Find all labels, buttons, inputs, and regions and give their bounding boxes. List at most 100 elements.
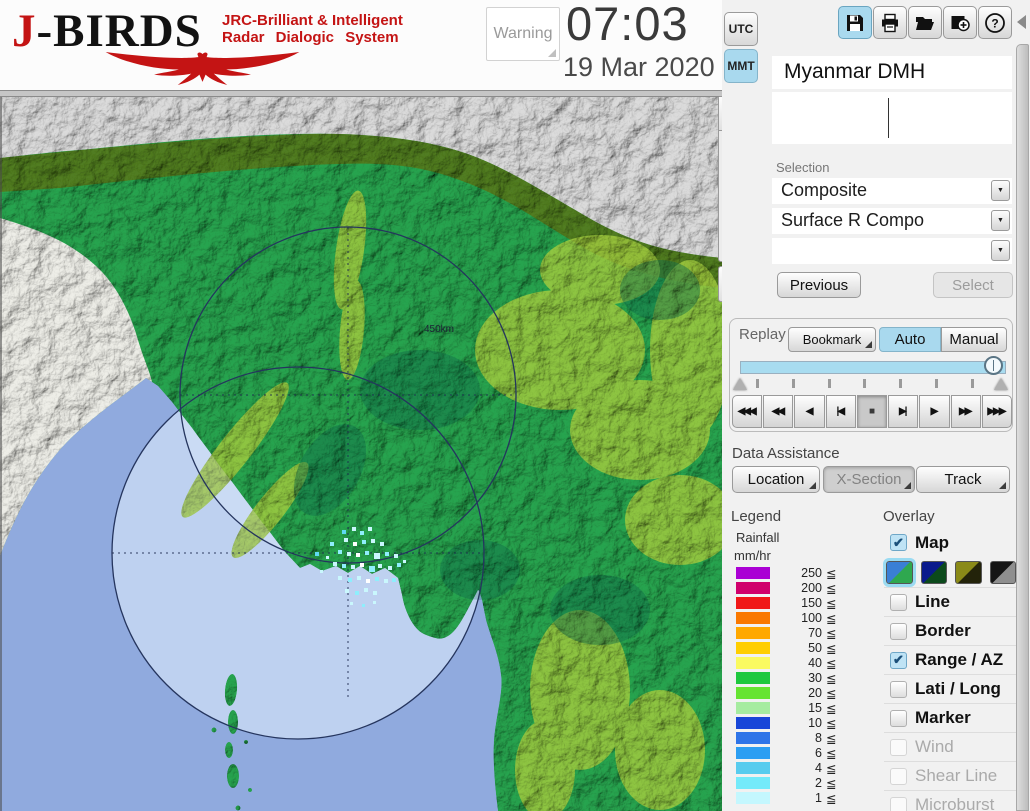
map-style-swatch-selected[interactable] [883,557,916,587]
map-style-swatch[interactable] [955,560,982,584]
select-button: Select [933,272,1013,298]
map-style-swatch[interactable] [989,560,1016,584]
legend-row: 150 ≦ [736,596,868,611]
checkbox[interactable] [890,622,907,640]
playback-play-reverse-button[interactable]: ◀ [794,395,825,428]
warning-button[interactable]: Warning [486,7,560,61]
panel-collapse-arrow-icon[interactable] [1017,15,1026,29]
replay-group: Replay Bookmark Auto Manual ◀◀◀ ◀◀ ◀ |◀ ■ ▶| ▶… [729,318,1013,432]
bookmark-button[interactable]: Bookmark [788,327,876,352]
playback-fast-forward-button[interactable]: ▶▶ [950,395,981,428]
legend-comparator: ≦ [826,702,837,716]
legend-comparator: ≦ [826,657,837,671]
slider-tick [863,379,867,388]
overlay-item-border[interactable]: Border [884,616,1016,645]
checked-checkbox[interactable]: ✔ [890,651,907,669]
replay-slider-track[interactable] [740,361,1006,374]
folder-icon [916,16,934,30]
overlay-item-wind: Wind [884,732,1016,761]
jbirds-application: J-BIRDS JRC-Brilliant & Intelligent Rada… [0,0,1030,811]
legend-row: 1 ≦ [736,791,868,806]
legend-value: 8 [815,731,822,745]
dropdown-product[interactable]: Surface R Compo ▼ [772,208,1012,234]
auto-mode-button[interactable]: Auto [879,327,941,352]
overlay-item-marker[interactable]: Marker [884,703,1016,732]
slider-end-marker[interactable] [994,378,1008,390]
playback-play-button[interactable]: ▶ [919,395,950,428]
checkbox [890,796,907,811]
previous-button[interactable]: Previous [777,272,861,298]
dropdown-category[interactable]: Composite ▼ [772,178,1012,204]
range-ring-label: 450km [424,324,454,335]
overlay-item-range-az[interactable]: ✔ Range / AZ [884,645,1016,674]
jbirds-logo: J-BIRDS JRC-Brilliant & Intelligent Rada… [6,2,406,86]
chevron-down-icon[interactable]: ▼ [991,210,1010,231]
legend-comparator: ≦ [826,567,837,581]
control-panel: UTC MMT ? Myanmar DMH Selection Composit… [722,0,1030,811]
location-button[interactable]: Location [732,466,820,493]
overlay-label: Overlay [883,508,935,525]
legend-row: 30 ≦ [736,671,868,686]
overlay-item-map[interactable]: ✔ Map [884,528,1016,557]
checked-checkbox[interactable]: ✔ [890,534,907,551]
open-folder-button[interactable] [908,6,942,39]
map-viewport[interactable]: 450km [0,90,735,811]
playback-fastest-forward-button[interactable]: ▶▶▶ [981,395,1012,428]
panel-scrollbar[interactable] [1016,44,1029,811]
legend-swatch [736,732,770,744]
site-detail-field[interactable] [772,92,1012,144]
checkbox[interactable] [890,593,907,611]
playback-stop-button[interactable]: ■ [856,395,888,428]
print-button[interactable] [873,6,907,39]
x-section-button[interactable]: X-Section [823,466,915,493]
legend-comparator: ≦ [826,717,837,731]
logo-title-birds: -BIRDS [36,5,202,57]
slider-start-marker[interactable] [733,378,747,390]
logo-tagline-line2: Radar Dialogic System [222,29,399,46]
add-image-icon [951,15,970,31]
overlay-item-line[interactable]: Line [884,587,1016,616]
overlay-item-label: Wind [915,737,954,756]
legend-row: 15 ≦ [736,701,868,716]
chevron-down-icon[interactable]: ▼ [991,180,1010,201]
map-canvas[interactable]: 450km [0,90,735,811]
legend-row: 100 ≦ [736,611,868,626]
save-button[interactable] [838,6,872,39]
replay-slider-handle[interactable] [984,356,1003,375]
timezone-utc-button[interactable]: UTC [724,12,758,46]
track-button[interactable]: Track [916,466,1010,493]
overlay-item-label: Lati / Long [915,679,1001,698]
replay-slider-ticks [756,379,974,388]
playback-step-back-button[interactable]: |◀ [825,395,856,428]
legend-swatch [736,672,770,684]
chevron-down-icon[interactable]: ▼ [991,240,1010,261]
checkbox[interactable] [890,680,907,698]
slider-tick [756,379,759,388]
help-button[interactable]: ? [978,6,1012,39]
legend-swatch [736,702,770,714]
legend-row: 70 ≦ [736,626,868,641]
logo-title: J-BIRDS [12,4,202,58]
legend-value: 20 [808,686,822,700]
add-image-button[interactable] [943,6,977,39]
map-style-swatches [883,557,1016,587]
selection-label: Selection [776,160,830,175]
overlay-item-label: Microburst [915,795,995,811]
legend-value: 70 [808,626,822,640]
legend-value: 6 [815,746,822,760]
checkbox[interactable] [890,709,907,727]
playback-step-forward-button[interactable]: ▶| [888,395,919,428]
timezone-mmt-button[interactable]: MMT [724,49,758,83]
manual-mode-button[interactable]: Manual [941,327,1007,352]
map-style-swatch[interactable] [920,560,947,584]
legend-row: 4 ≦ [736,761,868,776]
playback-rewind-button[interactable]: ◀◀ [763,395,794,428]
legend-swatch [736,582,770,594]
playback-fast-rewind-button[interactable]: ◀◀◀ [732,395,763,428]
overlay-list: ✔ Map Line Border ✔ Range / AZ Lati / Long Mark… [883,528,1016,811]
overlay-item-lati-long[interactable]: Lati / Long [884,674,1016,703]
dropdown-option[interactable]: ▼ [772,238,1012,264]
legend-swatch [736,642,770,654]
legend-unit-rainfall: Rainfall [736,530,780,545]
site-name-field[interactable]: Myanmar DMH [772,56,1012,89]
